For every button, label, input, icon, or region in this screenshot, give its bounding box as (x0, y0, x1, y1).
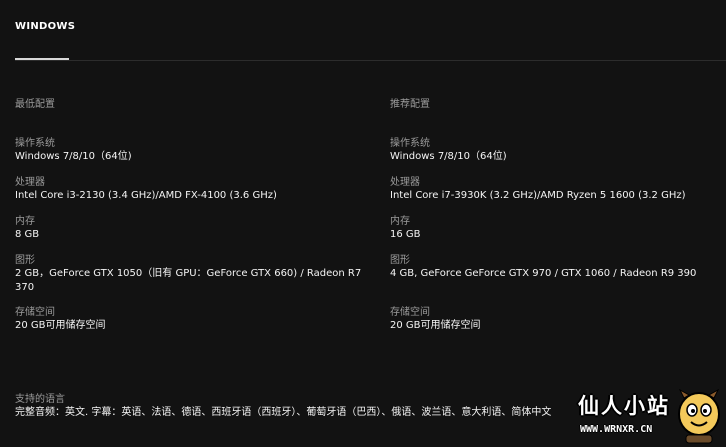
spec-graphics: 图形 4 GB, GeForce GeForce GTX 970 / GTX 1… (390, 254, 726, 281)
watermark-url: WWW.WRNXR.CN (580, 424, 653, 435)
spec-label: 内存 (15, 216, 35, 227)
spec-value: Intel Core i3-2130 (3.4 GHz)/AMD FX-4100… (15, 190, 277, 201)
site-watermark: 仙人小站 WWW.WRNXR.CN (578, 386, 726, 447)
spec-memory: 内存 16 GB (390, 215, 726, 242)
spec-os: 操作系统 Windows 7/8/10（64位) (15, 137, 375, 164)
spec-value: 16 GB (390, 229, 421, 240)
spec-label: 图形 (390, 255, 410, 266)
spec-label: 图形 (15, 255, 35, 266)
spec-label: 存储空间 (390, 307, 430, 318)
spec-value: 4 GB, GeForce GeForce GTX 970 / GTX 1060… (390, 268, 697, 279)
spec-processor: 处理器 Intel Core i7-3930K (3.2 GHz)/AMD Ry… (390, 176, 726, 203)
platform-tab-windows[interactable]: WINDOWS (15, 14, 75, 33)
spec-label: 存储空间 (15, 307, 55, 318)
tab-label: WINDOWS (15, 21, 76, 32)
spec-value: 20 GB可用储存空间 (390, 320, 481, 331)
spec-storage: 存储空间 20 GB可用储存空间 (390, 306, 726, 333)
spec-label: 内存 (390, 216, 410, 227)
watermark-title: 仙人小站 (578, 394, 670, 418)
spec-value: 2 GB，GeForce GTX 1050（旧有 GPU：GeForce GTX… (15, 268, 362, 279)
recommended-heading: 推荐配置 (390, 99, 430, 110)
spec-value: 20 GB可用储存空间 (15, 320, 106, 331)
spec-value: Windows 7/8/10（64位) (390, 151, 507, 162)
cartoon-mascot-icon (678, 388, 720, 444)
spec-label: 操作系统 (15, 138, 55, 149)
spec-memory: 内存 8 GB (15, 215, 375, 242)
spec-value: 8 GB (15, 229, 40, 240)
spec-graphics: 图形 2 GB，GeForce GTX 1050（旧有 GPU：GeForce … (15, 254, 375, 295)
system-requirements-page: WINDOWS 最低配置 操作系统 Windows 7/8/10（64位) 处理… (0, 0, 726, 447)
spec-os: 操作系统 Windows 7/8/10（64位) (390, 137, 726, 164)
spec-value: Windows 7/8/10（64位) (15, 151, 132, 162)
spec-label: 处理器 (390, 177, 420, 188)
minimum-heading: 最低配置 (15, 99, 55, 110)
spec-label: 操作系统 (390, 138, 430, 149)
tab-divider (15, 60, 726, 61)
spec-processor: 处理器 Intel Core i3-2130 (3.4 GHz)/AMD FX-… (15, 176, 375, 203)
spec-storage: 存储空间 20 GB可用储存空间 (15, 306, 375, 333)
spec-label: 处理器 (15, 177, 45, 188)
recommended-requirements: 推荐配置 操作系统 Windows 7/8/10（64位) 处理器 Intel … (390, 95, 726, 345)
spec-value-continued: 370 (15, 282, 35, 293)
minimum-requirements: 最低配置 操作系统 Windows 7/8/10（64位) 处理器 Intel … (15, 95, 375, 345)
spec-value: Intel Core i7-3930K (3.2 GHz)/AMD Ryzen … (390, 190, 686, 201)
